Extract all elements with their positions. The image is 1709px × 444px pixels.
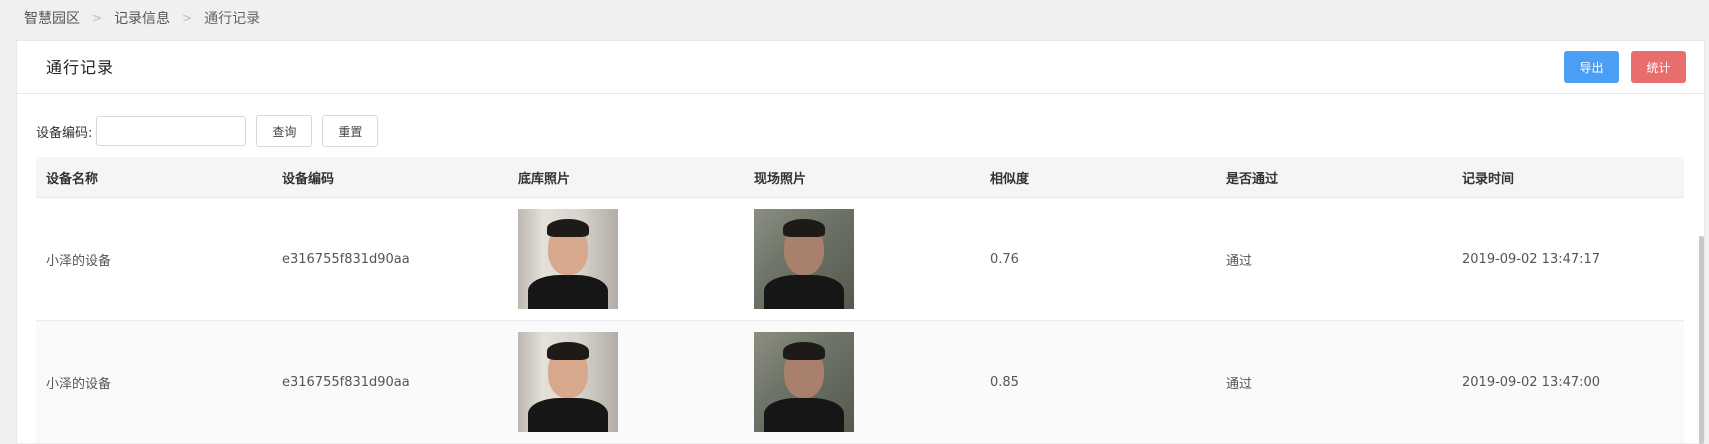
- live-photo-cell: [744, 332, 980, 432]
- records-table: 设备名称 设备编码 底库照片 现场照片 相似度 是否通过 记录时间 小泽的设备 …: [36, 157, 1684, 443]
- column-header: 是否通过: [1226, 171, 1279, 187]
- records-card: 通行记录 导出 统计 设备编码: 查询 重置 设备名称 设备编码 底库照片 现场…: [16, 40, 1705, 444]
- device-code-label: 设备编码:: [36, 125, 93, 141]
- device-code-cell: e316755f831d90aa: [282, 251, 410, 267]
- library-photo-cell: [508, 209, 744, 309]
- passed-cell: 通过: [1226, 376, 1253, 392]
- breadcrumb-item-records[interactable]: 记录信息: [114, 8, 170, 28]
- column-header: 相似度: [990, 171, 1030, 187]
- column-header: 记录时间: [1462, 171, 1515, 187]
- column-header: 现场照片: [754, 171, 807, 187]
- column-header: 底库照片: [518, 171, 571, 187]
- page-title: 通行记录: [46, 58, 115, 77]
- library-photo-cell: [508, 332, 744, 432]
- stats-button[interactable]: 统计: [1631, 51, 1686, 83]
- table-row: 小泽的设备 e316755f831d90aa 0.76 通过 2019-09-0…: [36, 197, 1684, 320]
- similarity-cell: 0.85: [990, 374, 1019, 390]
- live-photo[interactable]: [754, 209, 854, 309]
- breadcrumb-item-current: 通行记录: [204, 11, 261, 27]
- chevron-right-icon: >: [92, 11, 103, 25]
- similarity-cell: 0.76: [990, 251, 1019, 267]
- column-header: 设备名称: [46, 171, 99, 187]
- search-bar: 设备编码: 查询 重置: [36, 115, 379, 147]
- passed-cell: 通过: [1226, 253, 1253, 269]
- table-row: 小泽的设备 e316755f831d90aa 0.85 通过 2019-09-0…: [36, 320, 1684, 443]
- export-button[interactable]: 导出: [1564, 51, 1619, 83]
- table-scrollbar[interactable]: [1699, 236, 1704, 444]
- chevron-right-icon: >: [182, 11, 193, 25]
- library-photo[interactable]: [518, 332, 618, 432]
- device-name-cell: 小泽的设备: [46, 253, 112, 269]
- column-header: 设备编码: [282, 171, 335, 187]
- breadcrumb-item-park[interactable]: 智慧园区: [24, 8, 80, 28]
- live-photo-cell: [744, 209, 980, 309]
- record-time-cell: 2019-09-02 13:47:00: [1462, 374, 1601, 390]
- breadcrumb: 智慧园区 > 记录信息 > 通行记录: [24, 0, 260, 36]
- device-code-input[interactable]: [96, 116, 247, 146]
- card-header: 通行记录 导出 统计: [17, 41, 1704, 94]
- record-time-cell: 2019-09-02 13:47:17: [1462, 251, 1601, 267]
- reset-button[interactable]: 重置: [322, 115, 379, 147]
- device-name-cell: 小泽的设备: [46, 376, 112, 392]
- library-photo[interactable]: [518, 209, 618, 309]
- table-header: 设备名称 设备编码 底库照片 现场照片 相似度 是否通过 记录时间: [36, 157, 1684, 197]
- device-code-cell: e316755f831d90aa: [282, 374, 410, 390]
- live-photo[interactable]: [754, 332, 854, 432]
- search-button[interactable]: 查询: [256, 115, 313, 147]
